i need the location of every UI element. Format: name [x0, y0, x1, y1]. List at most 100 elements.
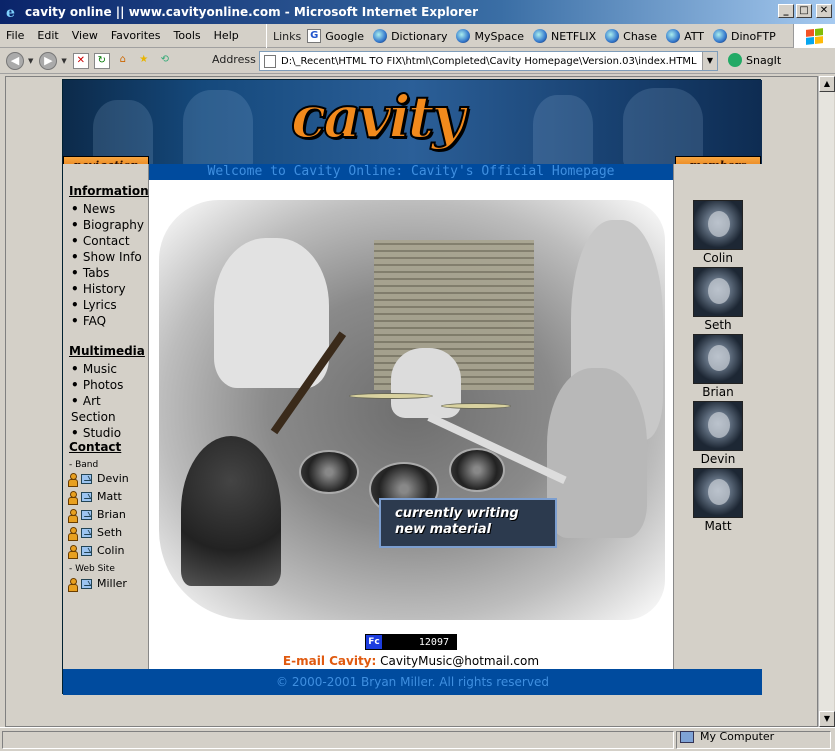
email-label: E-mail Cavity: — [282, 654, 377, 668]
contact-miller[interactable]: Miller — [67, 575, 127, 593]
favorites-star-icon[interactable]: ★ — [136, 53, 152, 69]
cavity-logo[interactable]: cavity — [290, 83, 466, 151]
link-dinoftp-label: DinoFTP — [730, 29, 776, 43]
scroll-up-icon[interactable]: ▲ — [819, 76, 835, 92]
information-heading[interactable]: Information — [69, 184, 149, 198]
nav-music[interactable]: Music — [71, 361, 148, 377]
link-att[interactable]: ATT — [666, 29, 704, 43]
nav-photos[interactable]: Photos — [71, 377, 148, 393]
menu-file[interactable]: File — [6, 29, 24, 42]
contact-brian[interactable]: Brian — [67, 506, 129, 524]
mail-icon — [81, 474, 92, 484]
website-contact-list: Miller — [67, 575, 127, 593]
member-photo — [693, 267, 743, 317]
snagit-icon — [728, 53, 742, 67]
address-dropdown-icon[interactable]: ▼ — [702, 52, 717, 70]
scroll-down-icon[interactable]: ▼ — [819, 711, 835, 727]
back-dropdown-icon[interactable]: ▼ — [28, 57, 33, 65]
link-dictionary-label: Dictionary — [391, 29, 448, 43]
member-colin[interactable]: Colin — [691, 200, 745, 265]
nav-art-section[interactable]: Art Section — [71, 393, 148, 425]
menu-help[interactable]: Help — [214, 29, 239, 42]
person-icon — [67, 527, 78, 541]
band-contact-list: Devin Matt Brian Seth Colin — [67, 470, 129, 560]
link-myspace[interactable]: MySpace — [456, 29, 524, 43]
vertical-scrollbar[interactable]: ▲ ▼ — [818, 76, 835, 727]
history-icon[interactable]: ⟲ — [157, 53, 173, 69]
banner-photo-figure — [183, 90, 253, 164]
member-name: Seth — [704, 318, 732, 332]
nav-faq[interactable]: FAQ — [71, 313, 144, 329]
contact-name: Colin — [97, 544, 125, 557]
nav-news[interactable]: News — [71, 201, 144, 217]
nav-tabs[interactable]: Tabs — [71, 265, 144, 281]
contact-seth[interactable]: Seth — [67, 524, 129, 542]
menu-view[interactable]: View — [72, 29, 98, 42]
contact-colin[interactable]: Colin — [67, 542, 129, 560]
menu-favorites[interactable]: Favorites — [111, 29, 161, 42]
nav-lyrics[interactable]: Lyrics — [71, 297, 144, 313]
member-photo — [693, 401, 743, 451]
link-chase[interactable]: Chase — [605, 29, 657, 43]
member-seth[interactable]: Seth — [691, 267, 745, 332]
member-name: Matt — [704, 519, 732, 533]
nav-contact[interactable]: Contact — [71, 233, 144, 249]
nav-show-info[interactable]: Show Info — [71, 249, 144, 265]
menu-tools[interactable]: Tools — [174, 29, 201, 42]
windows-logo-icon — [793, 24, 835, 48]
stop-icon[interactable]: ✕ — [72, 52, 89, 69]
counter-badge-icon: Fc — [366, 635, 382, 649]
nav-history[interactable]: History — [71, 281, 144, 297]
photo-cymbal — [441, 403, 511, 409]
caption-line-1: currently writing — [395, 506, 519, 521]
banner: cavity — [63, 80, 762, 164]
refresh-icon[interactable]: ↻ — [93, 52, 110, 69]
link-chase-label: Chase — [623, 29, 658, 43]
link-dictionary[interactable]: Dictionary — [373, 29, 447, 43]
member-name: Brian — [702, 385, 734, 399]
link-netflix-label: NETFLIX — [551, 29, 597, 43]
footer-copyright: © 2000-2001 Bryan Miller. All rights res… — [63, 669, 762, 695]
members-sidebar: Colin Seth Brian Devin Matt — [673, 164, 762, 669]
member-matt[interactable]: Matt — [691, 468, 745, 533]
multimedia-heading[interactable]: Multimedia — [69, 344, 145, 358]
nav-studio[interactable]: Studio — [71, 425, 148, 441]
counter-value: 12097 — [418, 636, 449, 648]
member-brian[interactable]: Brian — [691, 334, 745, 399]
forward-dropdown-icon[interactable]: ▼ — [61, 57, 66, 65]
email-address-link[interactable]: CavityMusic@hotmail.com — [380, 654, 539, 668]
banner-photo-figure — [623, 88, 703, 164]
snagit-button[interactable]: SnagIt — [728, 53, 781, 67]
page-icon — [264, 54, 276, 68]
link-dinoftp[interactable]: DinoFTP — [712, 29, 776, 43]
welcome-banner: Welcome to Cavity Online: Cavity's Offic… — [149, 164, 673, 180]
close-button[interactable]: ✕ — [816, 4, 832, 18]
address-input[interactable]: D:\_Recent\HTML TO FIX\html\Completed\Ca… — [259, 51, 718, 71]
link-netflix[interactable]: NETFLIX — [533, 29, 596, 43]
member-photo — [693, 200, 743, 250]
forward-icon[interactable]: ▶ — [39, 51, 58, 70]
contact-matt[interactable]: Matt — [67, 488, 129, 506]
ie-page-icon — [533, 29, 548, 43]
minimize-button[interactable]: _ — [778, 4, 794, 18]
link-myspace-label: MySpace — [474, 29, 525, 43]
person-icon — [67, 491, 78, 505]
mail-icon — [81, 510, 92, 520]
home-icon[interactable]: ⌂ — [115, 53, 131, 69]
band-label: - Band — [69, 460, 99, 470]
snagit-label: SnagIt — [746, 53, 782, 67]
ie-page-icon — [456, 29, 471, 43]
contact-devin[interactable]: Devin — [67, 470, 129, 488]
maximize-button[interactable]: □ — [796, 4, 812, 18]
contact-heading[interactable]: Contact — [69, 440, 121, 454]
back-icon[interactable]: ◀ — [6, 51, 24, 70]
mail-icon — [81, 579, 92, 589]
member-photo — [693, 334, 743, 384]
nav-biography[interactable]: Biography — [71, 217, 144, 233]
hit-counter[interactable]: Fc 12097 — [365, 634, 457, 650]
menu-edit[interactable]: Edit — [37, 29, 58, 42]
link-google[interactable]: G Google — [307, 29, 364, 43]
photo-drum — [449, 448, 505, 492]
member-devin[interactable]: Devin — [691, 401, 745, 466]
zone-label: My Computer — [700, 730, 775, 743]
